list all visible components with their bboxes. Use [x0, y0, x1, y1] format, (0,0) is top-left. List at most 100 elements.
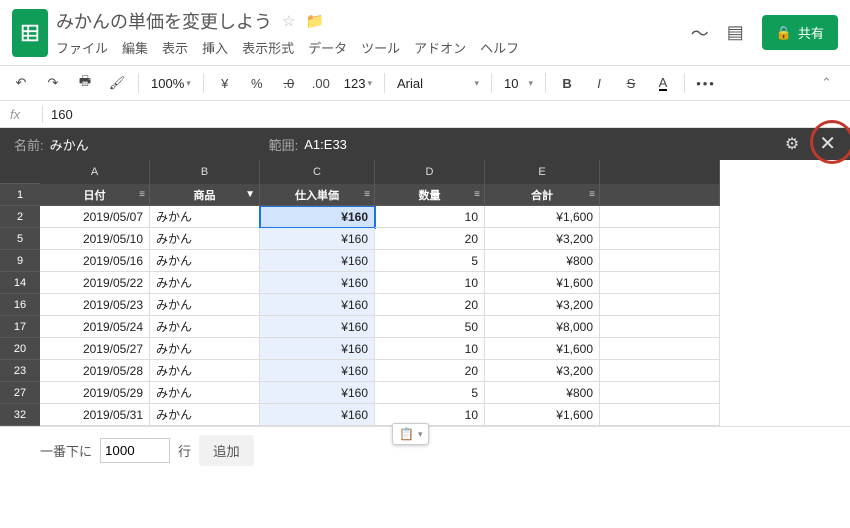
folder-icon[interactable]: 📁 [305, 12, 324, 30]
cell-total[interactable]: ¥1,600 [485, 206, 600, 228]
col-header-e[interactable]: E [485, 160, 600, 184]
cell-product[interactable]: みかん [150, 360, 260, 382]
cell-product[interactable]: みかん [150, 404, 260, 426]
cell-total[interactable]: ¥1,600 [485, 338, 600, 360]
cell-unit-price[interactable]: ¥160 [260, 338, 375, 360]
cell-blank[interactable] [600, 382, 720, 404]
cell-qty[interactable]: 20 [375, 360, 485, 382]
cell-qty[interactable]: 5 [375, 382, 485, 404]
cell-qty[interactable]: 20 [375, 294, 485, 316]
cell-product[interactable]: みかん [150, 382, 260, 404]
cell-date[interactable]: 2019/05/29 [40, 382, 150, 404]
field-date[interactable]: 日付≡ [40, 184, 150, 206]
row-header[interactable]: 23 [0, 360, 40, 382]
cell-blank[interactable] [600, 360, 720, 382]
row-header[interactable]: 2 [0, 206, 40, 228]
select-all-corner[interactable] [0, 160, 40, 184]
cell-qty[interactable]: 10 [375, 272, 485, 294]
undo-button[interactable]: ↶ [8, 70, 34, 96]
cell-product[interactable]: みかん [150, 206, 260, 228]
cell-unit-price[interactable]: ¥160 [260, 250, 375, 272]
collapse-toolbar-icon[interactable]: ⌃ [811, 75, 842, 91]
cell-product[interactable]: みかん [150, 250, 260, 272]
cell-date[interactable]: 2019/05/24 [40, 316, 150, 338]
text-color-button[interactable]: A [650, 70, 676, 96]
menu-view[interactable]: 表示 [162, 38, 188, 57]
redo-button[interactable]: ↷ [40, 70, 66, 96]
row-header[interactable]: 9 [0, 250, 40, 272]
cell-qty[interactable]: 20 [375, 228, 485, 250]
menu-format[interactable]: 表示形式 [242, 38, 294, 57]
cell-unit-price[interactable]: ¥160 [260, 316, 375, 338]
share-button[interactable]: 🔒 共有 [762, 15, 838, 50]
zoom-select[interactable]: 100%▾ [147, 76, 195, 91]
row-header[interactable]: 1 [0, 184, 40, 206]
strike-button[interactable]: S [618, 70, 644, 96]
cell-date[interactable]: 2019/05/16 [40, 250, 150, 272]
bold-button[interactable]: B [554, 70, 580, 96]
cell-total[interactable]: ¥1,600 [485, 404, 600, 426]
cell-product[interactable]: みかん [150, 338, 260, 360]
menu-tools[interactable]: ツール [361, 38, 400, 57]
decrease-decimal-button[interactable]: .0 [276, 70, 302, 96]
menu-data[interactable]: データ [308, 38, 347, 57]
cell-unit-price[interactable]: ¥160 [260, 228, 375, 250]
cell-total[interactable]: ¥3,200 [485, 360, 600, 382]
cell-blank[interactable] [600, 250, 720, 272]
star-icon[interactable]: ☆ [282, 12, 295, 30]
col-header-blank[interactable] [600, 160, 720, 184]
cell-total[interactable]: ¥3,200 [485, 228, 600, 250]
gear-icon[interactable]: ⚙ [785, 134, 799, 154]
increase-decimal-button[interactable]: .00 [308, 70, 334, 96]
field-qty[interactable]: 数量≡ [375, 184, 485, 206]
field-unit-price[interactable]: 仕入単価≡ [260, 184, 375, 206]
filter-icon[interactable]: ≡ [364, 189, 370, 200]
doc-title[interactable]: みかんの単価を変更しよう [56, 8, 272, 34]
cell-unit-price[interactable]: ¥160 [260, 294, 375, 316]
cell-blank[interactable] [600, 316, 720, 338]
cell-unit-price[interactable]: ¥160 [260, 404, 375, 426]
more-button[interactable]: ••• [693, 70, 719, 96]
cell-blank[interactable] [600, 404, 720, 426]
cell-unit-price[interactable]: ¥160 [260, 272, 375, 294]
field-total[interactable]: 合計≡ [485, 184, 600, 206]
filter-icon[interactable]: ≡ [589, 189, 595, 200]
cell-total[interactable]: ¥800 [485, 250, 600, 272]
cell-qty[interactable]: 10 [375, 338, 485, 360]
cell-total[interactable]: ¥800 [485, 382, 600, 404]
col-header-a[interactable]: A [40, 160, 150, 184]
row-header[interactable]: 16 [0, 294, 40, 316]
row-header[interactable]: 32 [0, 404, 40, 426]
menu-addons[interactable]: アドオン [414, 38, 466, 57]
filter-name-value[interactable]: みかん [50, 135, 89, 154]
cell-unit-price[interactable]: ¥160 [260, 360, 375, 382]
cell-qty[interactable]: 10 [375, 206, 485, 228]
cell-product[interactable]: みかん [150, 272, 260, 294]
field-product[interactable]: 商品▼ [150, 184, 260, 206]
font-select[interactable]: Arial▾ [393, 76, 483, 91]
col-header-b[interactable]: B [150, 160, 260, 184]
row-header[interactable]: 20 [0, 338, 40, 360]
cell-blank[interactable] [600, 206, 720, 228]
add-rows-input[interactable] [100, 438, 170, 463]
cell-date[interactable]: 2019/05/28 [40, 360, 150, 382]
menu-edit[interactable]: 編集 [122, 38, 148, 57]
filter-icon[interactable]: ▼ [245, 189, 255, 200]
menu-insert[interactable]: 挿入 [202, 38, 228, 57]
cell-blank[interactable] [600, 338, 720, 360]
cell-date[interactable]: 2019/05/31 [40, 404, 150, 426]
percent-button[interactable]: % [244, 70, 270, 96]
add-rows-button[interactable]: 追加 [199, 435, 254, 466]
row-header[interactable]: 5 [0, 228, 40, 250]
cell-blank[interactable] [600, 228, 720, 250]
cell-date[interactable]: 2019/05/10 [40, 228, 150, 250]
cell-date[interactable]: 2019/05/27 [40, 338, 150, 360]
print-button[interactable]: 🖶 [72, 70, 98, 96]
filter-icon[interactable]: ≡ [474, 189, 480, 200]
cell-blank[interactable] [600, 294, 720, 316]
cell-product[interactable]: みかん [150, 316, 260, 338]
italic-button[interactable]: I [586, 70, 612, 96]
row-header[interactable]: 14 [0, 272, 40, 294]
col-header-d[interactable]: D [375, 160, 485, 184]
cell-qty[interactable]: 50 [375, 316, 485, 338]
